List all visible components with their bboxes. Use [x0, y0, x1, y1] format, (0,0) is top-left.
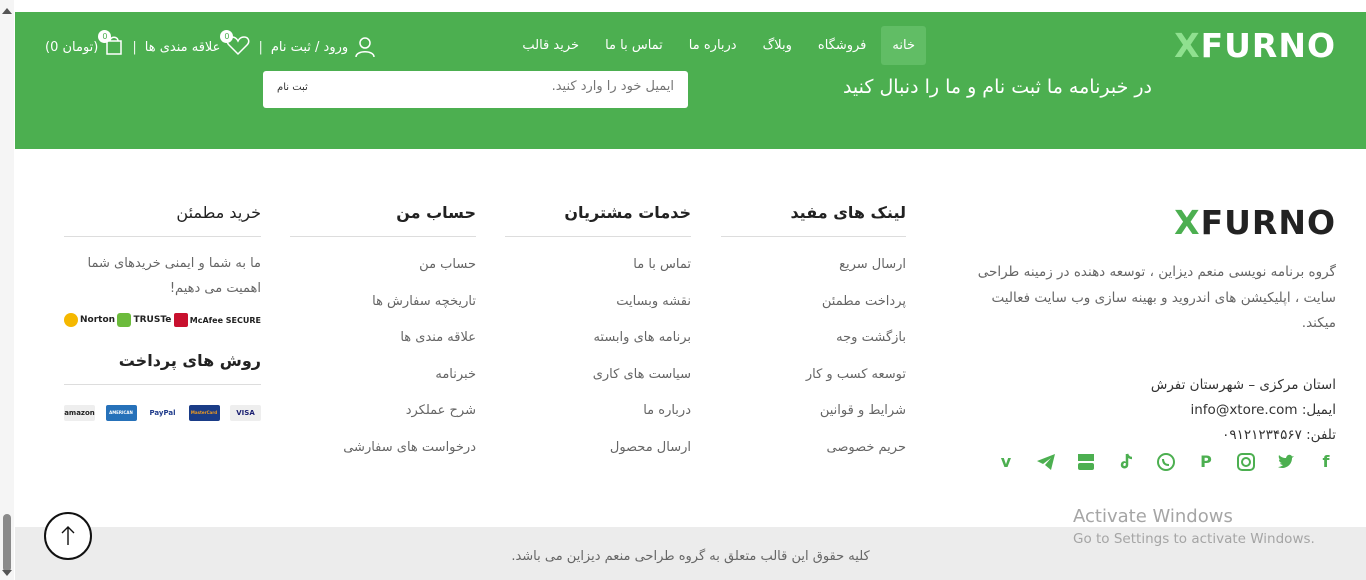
- newsletter-email-input[interactable]: [354, 79, 674, 94]
- footer-link[interactable]: خبرنامه: [290, 367, 476, 404]
- facebook-icon[interactable]: f: [1316, 452, 1336, 472]
- newsletter-form: ثبت نام: [263, 71, 688, 108]
- arrow-up-icon: [61, 526, 75, 545]
- copyright-text: کلیه حقوق این قالب متعلق به گروه طراحی م…: [511, 549, 870, 564]
- footer-link[interactable]: نقشه وبسایت: [505, 294, 691, 331]
- mastercard-card: MasterCard: [188, 405, 220, 421]
- customer-services-column: خدمات مشتریان تماس با ما نقشه وبسایت برن…: [505, 203, 691, 476]
- nav-contact[interactable]: تماس با ما: [594, 26, 674, 65]
- footer-link[interactable]: پرداخت مطمئن: [721, 294, 906, 331]
- useful-links-column: لینک های مفید ارسال سریع پرداخت مطمئن با…: [721, 203, 906, 476]
- useful-links-title: لینک های مفید: [721, 203, 906, 237]
- scroll-thumb[interactable]: [3, 514, 11, 572]
- about-column: XFURNO گروه برنامه نویسی منعم دیزاین ، ت…: [956, 203, 1336, 448]
- cart-link[interactable]: 0 (0 تومان): [45, 30, 124, 60]
- site-logo[interactable]: XFURNO: [1174, 26, 1336, 65]
- footer-link[interactable]: علاقه مندی ها: [290, 330, 476, 367]
- vimeo-icon[interactable]: v: [996, 452, 1016, 472]
- contact-info: استان مرکزی – شهرستان تفرش ایمیل: info@x…: [956, 373, 1336, 448]
- tiktok-icon[interactable]: [1116, 452, 1136, 472]
- footer-link[interactable]: ارسال محصول: [505, 440, 691, 477]
- nav-buy-theme[interactable]: خرید قالب: [511, 26, 590, 65]
- customer-services-title: خدمات مشتریان: [505, 203, 691, 237]
- page-scrollbar[interactable]: [0, 0, 14, 580]
- newsletter-submit-button[interactable]: ثبت نام: [277, 82, 308, 93]
- my-account-column: حساب من حساب من تاریخچه سفارش ها علاقه م…: [290, 203, 476, 476]
- login-label: ورود / ثبت نام: [270, 39, 349, 55]
- secure-shopping-column: خرید مطمئن ما به شما و ایمنی خریدهای شما…: [64, 203, 261, 431]
- user-area: ورود / ثبت نام | 0 علاقه مندی ها | 0 (0 …: [45, 30, 376, 62]
- footer-link[interactable]: شرایط و قوانین: [721, 403, 906, 440]
- footer-link[interactable]: حریم خصوصی: [721, 440, 906, 477]
- about-description: گروه برنامه نویسی منعم دیزاین ، توسعه ده…: [977, 264, 1336, 331]
- address: استان مرکزی – شهرستان تفرش: [1150, 376, 1336, 393]
- footer-link[interactable]: درباره ما: [505, 403, 691, 440]
- my-account-title: حساب من: [290, 203, 476, 237]
- scroll-up-arrow[interactable]: [2, 8, 12, 14]
- cart-badge: 0: [98, 30, 124, 60]
- security-seals: Norton TRUSTe McAfee SECURE: [64, 313, 261, 327]
- footer-link[interactable]: درخواست های سفارشی: [290, 440, 476, 477]
- truste-seal: TRUSTe: [117, 313, 171, 327]
- instagram-icon[interactable]: [1236, 452, 1256, 472]
- footer-link[interactable]: سیاست های کاری: [505, 367, 691, 404]
- email[interactable]: ایمیل: info@xtore.com: [956, 398, 1337, 423]
- visa-card: VISA: [230, 405, 261, 421]
- whatsapp-icon[interactable]: [1156, 452, 1176, 472]
- newsletter-title: در خبرنامه ما ثبت نام و ما را دنبال کنید: [842, 76, 1152, 98]
- back-to-top-button[interactable]: [44, 512, 92, 560]
- wishlist-badge: 0: [220, 30, 250, 60]
- separator: |: [258, 39, 263, 55]
- nav-about[interactable]: درباره ما: [678, 26, 748, 65]
- paypal-card: PayPal: [147, 405, 178, 421]
- telegram-icon[interactable]: [1036, 452, 1056, 472]
- wishlist-link[interactable]: 0 علاقه مندی ها: [144, 30, 251, 60]
- payment-methods-title: روش های پرداخت: [64, 351, 261, 385]
- login-link[interactable]: ورود / ثبت نام: [271, 36, 376, 58]
- footer-link[interactable]: حساب من: [290, 257, 476, 294]
- nav-home[interactable]: خانه: [881, 26, 926, 65]
- secure-shopping-text: ما به شما و ایمنی خریدهای شما اهمیت می د…: [87, 256, 261, 296]
- mcafee-seal: McAfee SECURE: [173, 313, 261, 327]
- footer-link[interactable]: تماس با ما: [505, 257, 691, 294]
- footer-link[interactable]: بازگشت وجه: [721, 330, 906, 367]
- cart-total: (0 تومان): [45, 39, 99, 55]
- youtube-icon[interactable]: [1076, 452, 1096, 472]
- twitter-icon[interactable]: [1276, 452, 1296, 472]
- footer-link[interactable]: ارسال سریع: [721, 257, 906, 294]
- footer-link[interactable]: برنامه های وابسته: [505, 330, 691, 367]
- main-nav: خانه فروشگاه وبلاگ درباره ما تماس با ما …: [511, 26, 926, 65]
- user-icon: [355, 37, 375, 58]
- separator: |: [132, 39, 137, 55]
- nav-shop[interactable]: فروشگاه: [807, 26, 878, 65]
- footer-link[interactable]: توسعه کسب و کار: [721, 367, 906, 404]
- social-links: f P v: [996, 452, 1336, 472]
- pinterest-icon[interactable]: P: [1196, 452, 1216, 472]
- amazon-card: amazon: [64, 405, 95, 421]
- nav-blog[interactable]: وبلاگ: [752, 26, 803, 65]
- windows-activation-watermark: Activate Windows Go to Settings to activ…: [1073, 506, 1315, 547]
- watermark-line2: Go to Settings to activate Windows.: [1073, 531, 1315, 547]
- amex-card: AMERICAN EXPRESS: [105, 405, 137, 431]
- wishlist-label: علاقه مندی ها: [144, 39, 221, 55]
- norton-seal: Norton: [64, 313, 115, 327]
- scroll-down-arrow[interactable]: [2, 570, 12, 576]
- watermark-line1: Activate Windows: [1073, 506, 1233, 527]
- phone[interactable]: تلفن: ۰۹۱۲۱۲۳۴۵۶۷: [956, 423, 1336, 448]
- site-header: XFURNO خانه فروشگاه وبلاگ درباره ما تماس…: [15, 12, 1366, 80]
- footer-link[interactable]: تاریخچه سفارش ها: [290, 294, 476, 331]
- secure-shopping-title: خرید مطمئن: [64, 203, 261, 237]
- footer-logo[interactable]: XFURNO: [956, 203, 1336, 242]
- footer-link[interactable]: شرح عملکرد: [290, 403, 476, 440]
- payment-cards: amazon AMERICAN EXPRESS PayPal MasterCar…: [64, 405, 261, 431]
